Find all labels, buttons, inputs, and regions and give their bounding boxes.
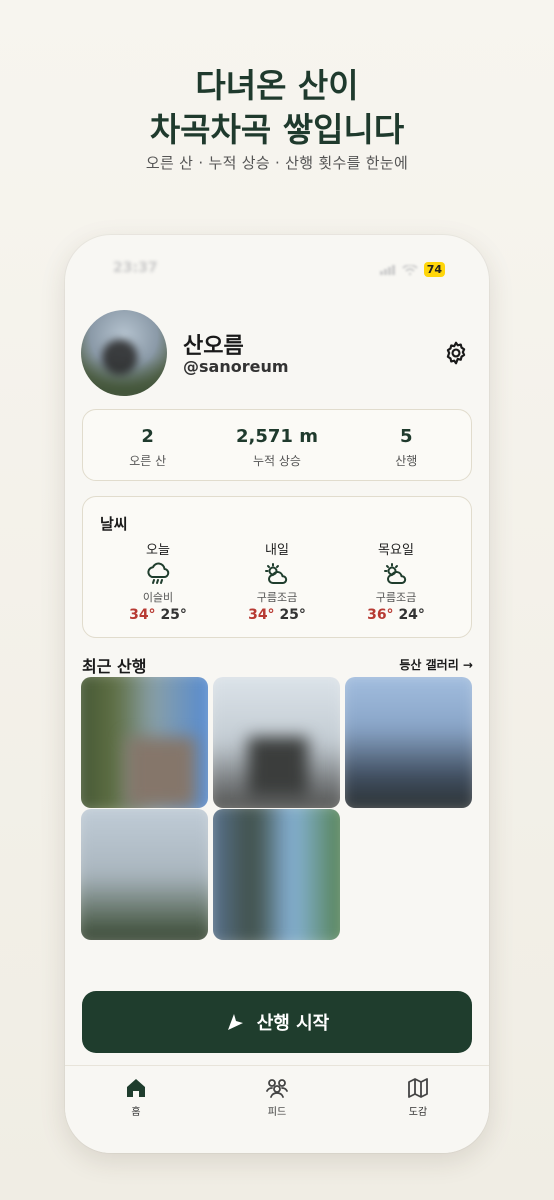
day-temp: 34° 25° — [103, 607, 213, 623]
stat-mountains: 2 오른 산 — [83, 410, 212, 480]
tab-bar: 홈 피드 도감 — [65, 1065, 489, 1153]
temp-high: 36° — [367, 607, 394, 623]
weather-day-today: 오늘 이슬비 34° 25° — [103, 539, 213, 623]
wifi-icon — [402, 264, 418, 275]
navigation-arrow-icon — [227, 1014, 243, 1030]
day-desc: 이슬비 — [142, 591, 174, 604]
status-time: 23:37 — [113, 260, 158, 276]
stat-label: 누적 상승 — [253, 454, 301, 468]
avatar[interactable] — [81, 310, 167, 396]
stat-elevation: 2,571 m 누적 상승 — [212, 410, 341, 480]
phone-frame: 23:37 74 산오름 @sanoreum 2 오른 산 2,571 m 누적… — [65, 235, 489, 1153]
day-desc: 구름조금 — [375, 591, 417, 604]
stat-value: 2 — [141, 426, 154, 447]
stats-card: 2 오른 산 2,571 m 누적 상승 5 산행 — [82, 409, 472, 481]
hike-photo[interactable] — [213, 809, 340, 940]
day-desc: 구름조금 — [256, 591, 298, 604]
tab-feed[interactable]: 피드 — [237, 1076, 317, 1118]
status-icons: 74 — [379, 262, 445, 277]
recent-hikes-title: 최근 산행 — [82, 657, 147, 676]
day-temp: 34° 25° — [222, 607, 332, 623]
temp-low: 25° — [279, 607, 306, 623]
start-hike-button[interactable]: 산행 시작 — [82, 991, 472, 1053]
map-icon — [408, 1078, 428, 1098]
hike-photo[interactable] — [81, 677, 208, 808]
stat-value: 2,571 m — [236, 426, 318, 447]
battery-badge: 74 — [423, 262, 445, 277]
people-icon — [266, 1079, 288, 1098]
tab-collection[interactable]: 도감 — [378, 1076, 458, 1118]
start-hike-label: 산행 시작 — [256, 1013, 330, 1034]
stat-label: 오른 산 — [129, 454, 167, 468]
temp-high: 34° — [248, 607, 275, 623]
tab-label: 홈 — [131, 1107, 141, 1118]
temp-high: 34° — [129, 607, 156, 623]
tab-label: 도감 — [408, 1107, 428, 1118]
profile-handle: @sanoreum — [183, 357, 289, 376]
promo-headline-line1: 다녀온 산이 — [195, 66, 359, 105]
promo-subline: 오른 산 · 누적 상승 · 산행 횟수를 한눈에 — [145, 154, 409, 172]
partly-cloudy-icon — [384, 563, 407, 584]
weather-card: 날씨 오늘 이슬비 34° 25° 내일 구름조금 34° 25° 목요일 구름… — [82, 496, 472, 638]
day-name: 내일 — [265, 543, 289, 558]
weather-title: 날씨 — [100, 515, 128, 533]
weather-day-thursday: 목요일 구름조금 36° 24° — [341, 539, 451, 623]
promo-headline: 다녀온 산이 차곡차곡 쌓입니다 — [0, 64, 554, 152]
tab-home[interactable]: 홈 — [96, 1076, 176, 1118]
day-name: 오늘 — [146, 543, 170, 558]
hike-photo[interactable] — [213, 677, 340, 808]
promo-headline-line2: 차곡차곡 쌓입니다 — [149, 110, 405, 149]
partly-cloudy-icon — [265, 563, 288, 584]
day-name: 목요일 — [378, 543, 414, 558]
day-temp: 36° 24° — [341, 607, 451, 623]
rain-cloud-icon — [147, 562, 170, 584]
stat-label: 산행 — [395, 454, 418, 468]
hike-photo[interactable] — [81, 809, 208, 940]
temp-low: 25° — [160, 607, 187, 623]
gallery-link[interactable]: 등산 갤러리 → — [399, 656, 473, 673]
temp-low: 24° — [398, 607, 425, 623]
gear-icon[interactable] — [443, 340, 469, 366]
signal-icon — [379, 264, 395, 275]
hike-photo[interactable] — [345, 677, 472, 808]
stat-hikes: 5 산행 — [342, 410, 471, 480]
home-icon — [127, 1079, 145, 1097]
stat-value: 5 — [400, 426, 413, 447]
profile-name: 산오름 — [183, 334, 244, 359]
tab-label: 피드 — [267, 1107, 287, 1118]
status-bar: 23:37 74 — [65, 260, 489, 280]
weather-day-tomorrow: 내일 구름조금 34° 25° — [222, 539, 332, 623]
